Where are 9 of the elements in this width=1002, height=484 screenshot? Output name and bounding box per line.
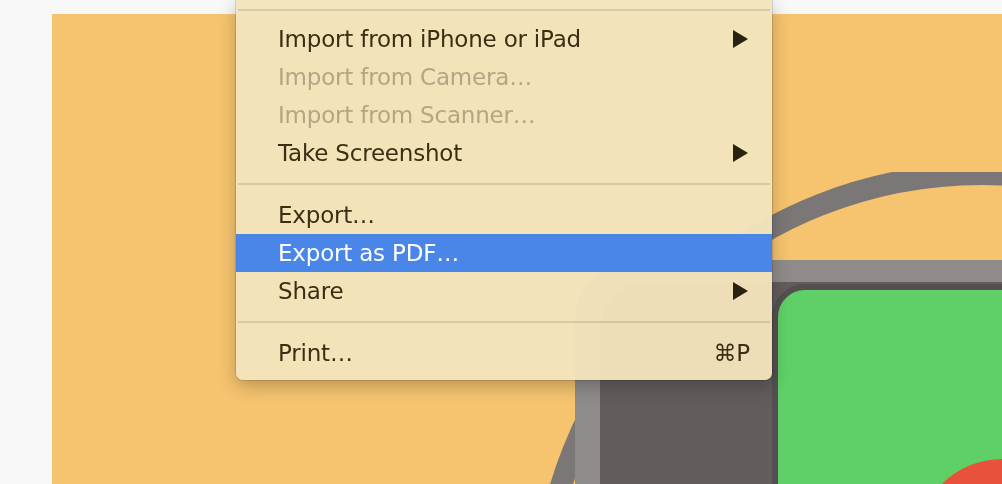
menu-item[interactable]: Import from iPhone or iPad xyxy=(236,20,772,58)
menu-item[interactable]: Export… xyxy=(236,196,772,234)
highlighted-menu-item[interactable]: Export as PDF… xyxy=(236,234,772,272)
submenu-arrow-icon xyxy=(732,144,748,162)
submenu-arrow-icon xyxy=(732,282,748,300)
menu-item[interactable]: Take Screenshot xyxy=(236,134,772,172)
menu-item[interactable]: Print… ⌘P xyxy=(236,334,772,372)
submenu-arrow-icon xyxy=(732,30,748,48)
menu-item[interactable]: Share xyxy=(236,272,772,310)
